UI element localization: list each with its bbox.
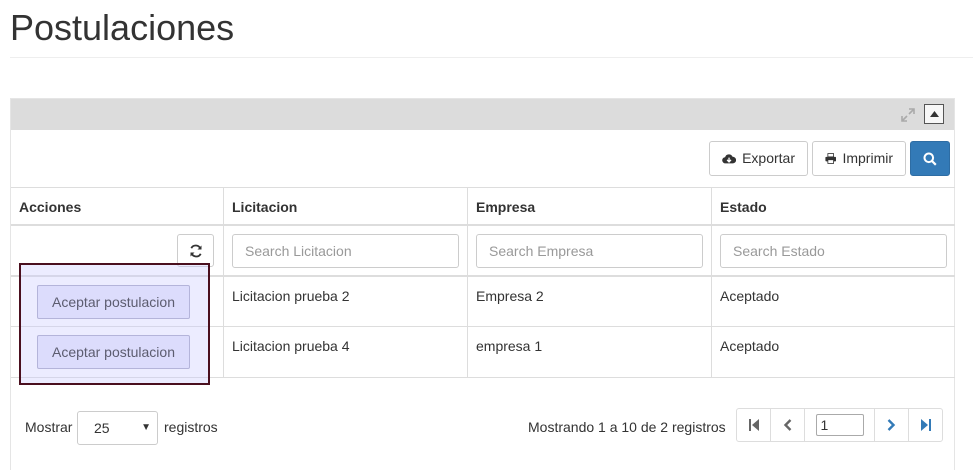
prev-page-button[interactable] [770, 409, 804, 441]
first-page-icon [748, 419, 759, 431]
table-header-row: Acciones Licitacion Empresa Estado [11, 187, 955, 224]
table-row: Aceptar postulacion Licitacion prueba 4 … [11, 326, 955, 378]
pagination-summary: Mostrando 1 a 10 de 2 registros [528, 419, 726, 435]
table-row: Aceptar postulacion Licitacion prueba 2 … [11, 275, 955, 326]
postulaciones-panel: Exportar Imprimir Acciones Licitacion Em… [10, 98, 955, 470]
print-icon [825, 153, 837, 164]
show-label: Mostrar [25, 419, 73, 435]
search-estado-input[interactable] [720, 234, 947, 268]
accept-postulacion-button[interactable]: Aceptar postulacion [37, 285, 190, 319]
collapse-icon [930, 111, 939, 117]
panel-header [11, 99, 954, 130]
licitacion-cell: Licitacion prueba 2 [223, 277, 467, 326]
print-button[interactable]: Imprimir [812, 141, 906, 176]
estado-cell: Aceptado [711, 277, 955, 326]
empresa-cell: empresa 1 [467, 327, 711, 378]
column-header-empresa[interactable]: Empresa [467, 188, 711, 224]
estado-cell: Aceptado [711, 327, 955, 378]
search-button[interactable] [910, 141, 950, 176]
collapse-button[interactable] [924, 104, 944, 124]
table-bottom-border [11, 377, 955, 378]
print-label: Imprimir [842, 150, 893, 166]
search-icon [923, 152, 937, 166]
search-licitacion-input[interactable] [232, 234, 459, 268]
expand-icon[interactable] [900, 107, 916, 123]
column-header-licitacion[interactable]: Licitacion [223, 188, 467, 224]
next-page-button[interactable] [874, 409, 908, 441]
pagination [736, 408, 943, 442]
last-page-button[interactable] [908, 409, 942, 441]
first-page-button[interactable] [737, 409, 770, 441]
export-button[interactable]: Exportar [709, 141, 808, 176]
accept-postulacion-button[interactable]: Aceptar postulacion [37, 335, 190, 369]
search-empresa-input[interactable] [476, 234, 703, 268]
licitacion-cell: Licitacion prueba 4 [223, 327, 467, 378]
title-divider [10, 57, 973, 58]
prev-page-icon [783, 419, 792, 431]
refresh-icon [190, 244, 201, 257]
cloud-download-icon [722, 153, 737, 163]
empresa-cell: Empresa 2 [467, 277, 711, 326]
column-header-acciones[interactable]: Acciones [11, 188, 223, 224]
records-label: registros [164, 419, 218, 435]
filter-row [11, 224, 955, 275]
last-page-icon [920, 419, 931, 431]
page-title: Postulaciones [10, 7, 235, 48]
page-size-value: 25 [94, 420, 110, 436]
refresh-filters-button[interactable] [177, 234, 214, 267]
export-label: Exportar [742, 150, 795, 166]
page-size-select[interactable]: 25 ▼ [77, 411, 158, 445]
page-number-input[interactable] [815, 414, 864, 436]
chevron-down-icon: ▼ [141, 422, 151, 433]
next-page-icon [887, 419, 896, 431]
column-header-estado[interactable]: Estado [711, 188, 955, 224]
